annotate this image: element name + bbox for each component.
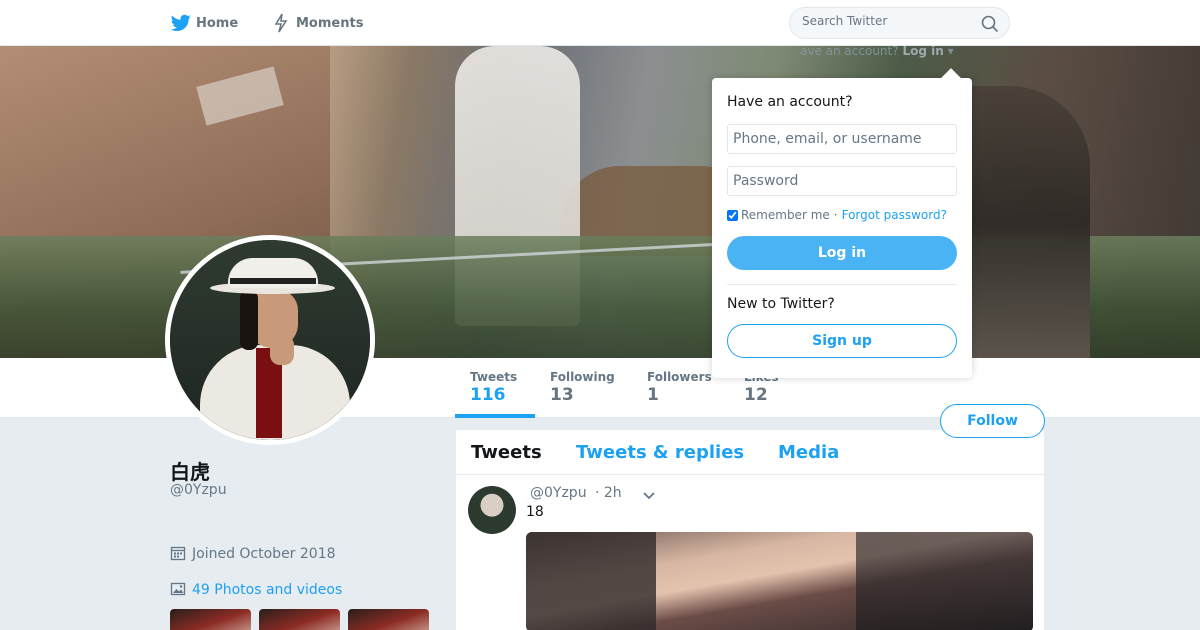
stat-value: 1 [647,385,659,405]
chevron-down-icon[interactable] [641,487,657,503]
tweet[interactable]: @0Yzpu · 2h 18 [456,475,1044,630]
tweet-text: 18 [526,504,544,520]
photo-thumbnail[interactable] [348,609,429,630]
tab-media[interactable]: Media [778,442,839,463]
login-button[interactable]: Log in [727,236,957,270]
top-login-prompt: ave an account? Log in ▾ [800,44,954,58]
lightning-icon [270,12,292,34]
active-stat-underline [455,414,535,418]
nav-moments-label: Moments [296,15,364,31]
avatar-image [170,240,370,440]
tweet-media[interactable] [526,532,1033,630]
sign-up-button[interactable]: Sign up [727,324,957,358]
search-input[interactable] [802,14,972,28]
twitter-bird-icon [170,12,192,34]
stat-value: 12 [744,385,768,405]
profile-name[interactable]: 白虎 [170,456,210,485]
login-title: Have an account? [727,94,853,110]
magnifier-icon[interactable] [981,15,999,33]
top-login-link[interactable]: Log in [902,44,943,58]
nav-home-label: Home [196,15,239,31]
separator: · [833,208,838,222]
photos-label: 49 Photos and videos [192,582,343,598]
tweet-handle[interactable]: @0Yzpu [530,485,587,501]
follow-button[interactable]: Follow [940,404,1045,438]
stat-label: Followers [647,370,712,384]
joined-date: Joined October 2018 [170,545,336,563]
nav-home[interactable]: Home [170,12,238,34]
stat-value: 116 [470,385,506,405]
tab-tweets-and-replies[interactable]: Tweets & replies [576,442,744,463]
new-to-twitter-label: New to Twitter? [727,296,835,312]
stat-followers[interactable]: Followers 1 [647,370,712,405]
calendar-icon [170,545,188,563]
tab-tweets[interactable]: Tweets [471,442,542,463]
chevron-down-icon: ▾ [947,44,954,58]
tweet-timestamp[interactable]: · 2h [595,485,622,501]
photo-thumbnail[interactable] [259,609,340,630]
username-field[interactable] [727,124,957,154]
login-dropdown: Have an account? Remember me · Forgot pa… [712,78,972,378]
photos-and-videos-link[interactable]: 49 Photos and videos [170,581,342,599]
stat-label: Following [550,370,615,384]
remember-row: Remember me · Forgot password? [727,208,947,222]
timeline: Tweets Tweets & replies Media @0Yzpu · 2… [456,430,1044,630]
tweet-avatar[interactable] [468,486,516,534]
remember-me-checkbox[interactable] [727,209,738,221]
photo-thumbnails [170,609,429,630]
stat-value: 13 [550,385,574,405]
remember-me-label: Remember me [741,208,830,222]
divider [727,284,957,285]
profile-avatar[interactable] [165,235,375,445]
stat-following[interactable]: Following 13 [550,370,615,405]
joined-text: Joined October 2018 [192,546,336,562]
photo-thumbnail[interactable] [170,609,251,630]
profile-handle: @0Yzpu [170,482,227,498]
nav-moments[interactable]: Moments [270,12,363,34]
search-box [789,7,1010,39]
top-login-text: ave an account? [800,44,899,58]
top-navigation: Home Moments [0,0,1200,46]
stat-tweets[interactable]: Tweets 116 [470,370,517,405]
forgot-password-link[interactable]: Forgot password? [842,208,947,222]
image-icon [170,581,188,599]
password-field[interactable] [727,166,957,196]
stat-label: Tweets [470,370,518,384]
